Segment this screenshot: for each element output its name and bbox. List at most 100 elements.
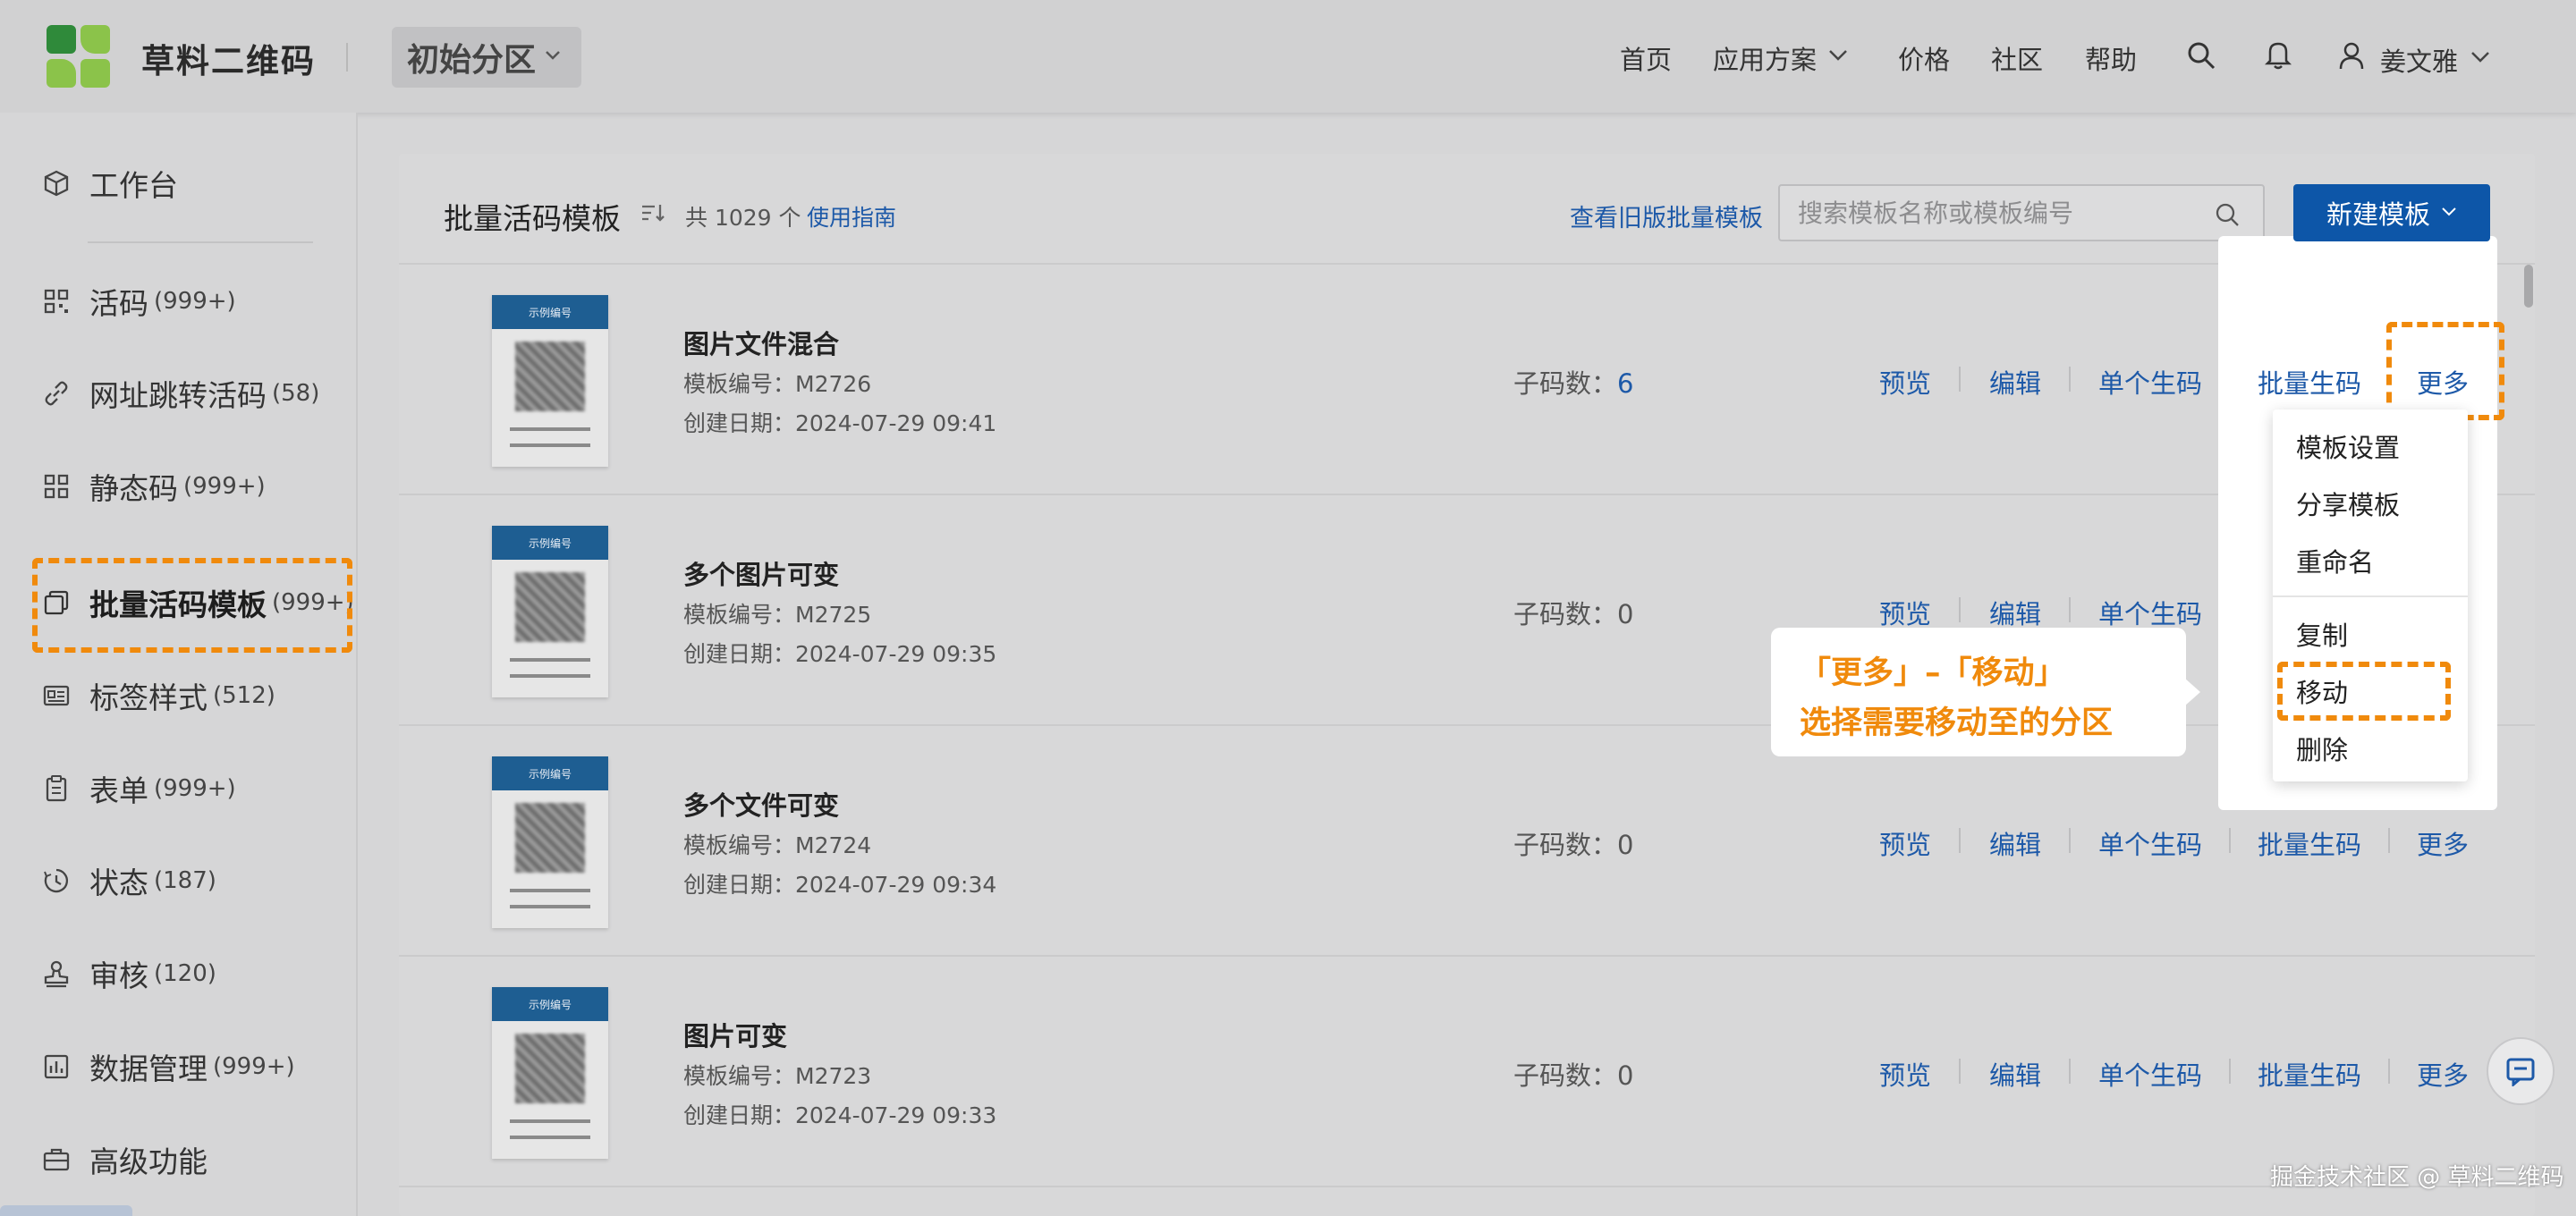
sidebar-item-workbench[interactable]: 工作台: [41, 156, 178, 210]
more-button[interactable]: 更多: [2417, 1055, 2469, 1093]
batch-generate-button[interactable]: 批量生码: [2258, 824, 2361, 862]
sidebar-item-label: 状态: [89, 866, 148, 900]
more-button[interactable]: 更多: [2417, 824, 2469, 862]
action-separator: [2388, 1059, 2390, 1084]
sidebar-item-label: 高级功能: [89, 1144, 208, 1179]
menu-item-rename[interactable]: 重命名: [2296, 542, 2374, 579]
sidebar-item-data-management[interactable]: 数据管理 (999+): [41, 1040, 295, 1094]
brand-logo-icon[interactable]: [47, 25, 111, 88]
template-date: 创建日期：2024-07-29 09:41: [683, 410, 997, 436]
menu-item-share-template[interactable]: 分享模板: [2296, 485, 2400, 522]
sub-code-value: 0: [1617, 1060, 1634, 1091]
bell-icon[interactable]: [2265, 39, 2292, 70]
old-template-link[interactable]: 查看旧版批量模板: [1570, 198, 1763, 233]
sidebar-item-status[interactable]: 状态 (187): [41, 854, 216, 908]
header-divider: [346, 43, 348, 72]
qr-static-icon: [44, 474, 69, 499]
sub-code-label: 子码数：: [1513, 368, 1618, 399]
sub-code-label: 子码数：: [1513, 830, 1618, 860]
thumbnail-text-line: [510, 427, 590, 431]
sort-icon[interactable]: [640, 202, 665, 224]
chevron-down-icon: [546, 51, 560, 60]
thumbnail-text-line: [510, 1136, 590, 1139]
action-separator: [1959, 367, 1961, 392]
qr-code-image: [515, 1034, 585, 1103]
thumbnail-text-line: [510, 889, 590, 892]
sidebar-item-label: 审核: [89, 958, 148, 993]
template-thumbnail[interactable]: 示例编号: [492, 526, 608, 697]
menu-item-copy[interactable]: 复制: [2296, 615, 2348, 653]
search-input[interactable]: [1798, 195, 2191, 231]
highlight-active-item: [32, 558, 352, 653]
nav-solutions[interactable]: 应用方案: [1713, 39, 1817, 77]
edit-button[interactable]: 编辑: [1989, 824, 2041, 862]
sidebar-item-advanced[interactable]: 高级功能: [41, 1133, 208, 1186]
briefcase-icon: [43, 1148, 70, 1171]
sidebar-item-count: (120): [154, 960, 216, 987]
sidebar-item-url-redirect[interactable]: 网址跳转活码 (58): [41, 367, 319, 420]
template-thumbnail[interactable]: 示例编号: [492, 987, 608, 1159]
search-icon[interactable]: [2187, 41, 2216, 70]
callout-pointer: [2184, 678, 2200, 706]
template-thumbnail[interactable]: 示例编号: [492, 295, 608, 467]
template-name: 多个文件可变: [683, 790, 840, 821]
sidebar-item-label-style[interactable]: 标签样式 (512): [41, 669, 275, 722]
preview-button[interactable]: 预览: [1879, 363, 1931, 401]
search-icon[interactable]: [2215, 202, 2240, 227]
sidebar-item-label: 静态码: [89, 471, 178, 506]
sidebar-item-form[interactable]: 表单 (999+): [41, 762, 236, 815]
total-count: 共 1029 个: [685, 205, 801, 231]
nav-pricing[interactable]: 价格: [1898, 39, 1950, 77]
nav-community[interactable]: 社区: [1991, 39, 2043, 77]
chevron-down-icon: [1829, 50, 1847, 61]
menu-divider: [2273, 595, 2468, 597]
template-thumbnail[interactable]: 示例编号: [492, 756, 608, 928]
batch-generate-button[interactable]: 批量生码: [2258, 1055, 2361, 1093]
chat-icon: [2506, 1058, 2535, 1086]
sidebar-item-label: 网址跳转活码: [89, 378, 267, 413]
preview-button[interactable]: 预览: [1879, 594, 1931, 631]
nav-help[interactable]: 帮助: [2085, 39, 2137, 77]
menu-item-template-settings[interactable]: 模板设置: [2296, 427, 2400, 465]
brand-name[interactable]: 草料二维码: [141, 34, 316, 82]
single-generate-button[interactable]: 单个生码: [2098, 824, 2202, 862]
page-title: 批量活码模板: [444, 201, 621, 236]
sidebar-item-review[interactable]: 审核 (120): [41, 947, 216, 1001]
sub-code-count: 子码数：0: [1513, 594, 1633, 631]
action-separator: [2069, 367, 2071, 392]
menu-item-delete[interactable]: 删除: [2296, 730, 2348, 767]
single-generate-button[interactable]: 单个生码: [2098, 363, 2202, 401]
preview-button[interactable]: 预览: [1879, 824, 1931, 862]
edit-button[interactable]: 编辑: [1989, 594, 2041, 631]
preview-button[interactable]: 预览: [1879, 1055, 1931, 1093]
action-separator: [2069, 828, 2071, 853]
highlight-more-button: [2386, 322, 2504, 420]
template-date: 创建日期：2024-07-29 09:34: [683, 872, 997, 898]
user-avatar-icon[interactable]: [2338, 41, 2365, 70]
template-code: 模板编号：M2725: [683, 602, 872, 628]
edit-button[interactable]: 编辑: [1989, 363, 2041, 401]
main-scrollbar[interactable]: [2524, 265, 2533, 308]
edit-button[interactable]: 编辑: [1989, 1055, 2041, 1093]
partition-label: 初始分区: [407, 42, 537, 79]
nav-home[interactable]: 首页: [1620, 39, 1672, 77]
batch-generate-button[interactable]: 批量生码: [2258, 363, 2361, 401]
sidebar-item-live-code[interactable]: 活码 (999+): [41, 274, 236, 328]
new-template-button[interactable]: 新建模板: [2293, 184, 2490, 241]
single-generate-button[interactable]: 单个生码: [2098, 1055, 2202, 1093]
single-generate-button[interactable]: 单个生码: [2098, 594, 2202, 631]
sidebar-item-static-code[interactable]: 静态码 (999+): [41, 460, 266, 513]
search-box[interactable]: [1778, 184, 2265, 241]
user-name[interactable]: 姜文雅: [2380, 41, 2458, 79]
partition-selector[interactable]: 初始分区: [392, 27, 581, 88]
template-code: 模板编号：M2726: [683, 371, 872, 397]
chat-support-button[interactable]: [2487, 1037, 2555, 1105]
guide-link[interactable]: 使用指南: [807, 200, 896, 232]
callout-line-1: 「更多」–「移动」: [1800, 655, 2066, 691]
action-separator: [2069, 1059, 2071, 1084]
sidebar-scroll-thumb[interactable]: [0, 1205, 132, 1216]
qr-grid-icon: [44, 289, 69, 314]
sidebar-item-label: 数据管理: [89, 1051, 208, 1086]
tutorial-callout: 「更多」–「移动」 选择需要移动至的分区: [1771, 628, 2186, 756]
chevron-down-icon[interactable]: [2470, 50, 2490, 63]
